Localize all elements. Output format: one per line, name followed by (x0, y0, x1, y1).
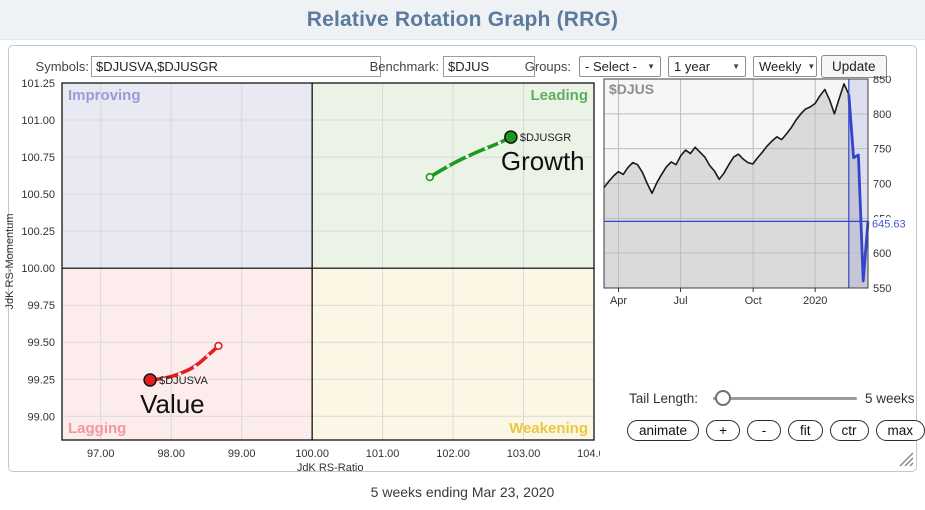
zoom-in-button[interactable]: + (706, 420, 740, 441)
tail-length-value: 5 weeks (865, 391, 915, 406)
tail-head-marker[interactable] (144, 374, 156, 386)
x-tick-label: 97.00 (87, 448, 115, 460)
groups-select-value: - Select - (585, 59, 637, 74)
chevron-down-icon: ▼ (647, 62, 655, 71)
fit-button[interactable]: fit (788, 420, 823, 441)
groups-label: Groups: (523, 56, 571, 77)
resize-handle-icon[interactable] (897, 450, 915, 468)
x-tick-label: 102.00 (436, 448, 470, 460)
y-tick-label: 100.50 (21, 189, 55, 201)
frequency-select-value: Weekly (759, 59, 801, 74)
y-tick-label: 101.25 (21, 78, 55, 90)
quadrant-label-lagging: Lagging (68, 420, 126, 437)
tail-length-slider-handle[interactable] (715, 390, 731, 406)
benchmark-label: Benchmark: (369, 56, 439, 77)
price-y-tick-label: 600 (873, 248, 891, 260)
quadrant-improving (62, 83, 312, 268)
series-name-label: Value (140, 389, 205, 419)
price-y-tick-label: 550 (873, 283, 891, 295)
animate-button[interactable]: animate (627, 420, 699, 441)
tail-length-slider-track[interactable] (713, 397, 857, 400)
x-tick-label: 103.00 (507, 448, 541, 460)
tail-length-label: Tail Length: (605, 391, 698, 406)
center-button[interactable]: ctr (830, 420, 869, 441)
rrg-chart[interactable]: Improving Leading Lagging Weakening 97.00 98.… (0, 76, 600, 476)
x-tick-label: 100.00 (295, 448, 329, 460)
y-tick-label: 100.75 (21, 152, 55, 164)
price-y-tick-label: 750 (873, 144, 891, 156)
symbols-label: Symbols: (23, 56, 89, 77)
benchmark-price-chart[interactable]: 550600650700750800850645.63AprJulOct2020… (596, 76, 925, 310)
price-y-tick-label: 700 (873, 179, 891, 191)
y-tick-label: 100.25 (21, 226, 55, 238)
symbols-input[interactable] (91, 56, 381, 77)
rrg-app: Relative Rotation Graph (RRG) Symbols: B… (0, 0, 925, 510)
last-value-label: 645.63 (872, 218, 906, 230)
zoom-out-button[interactable]: - (747, 420, 781, 441)
tail-start-marker (426, 174, 433, 181)
series-symbol-label: $DJUSGR (520, 132, 571, 144)
y-tick-label: 100.00 (21, 263, 55, 275)
x-axis-title: JdK RS-Ratio (297, 462, 364, 474)
price-y-tick-label: 800 (873, 109, 891, 121)
benchmark-input[interactable] (443, 56, 535, 77)
series-name-label: Growth (501, 146, 585, 176)
quadrant-label-leading: Leading (530, 87, 588, 104)
tail-head-marker[interactable] (505, 131, 517, 143)
update-button[interactable]: Update (821, 55, 887, 78)
x-tick-label: 98.00 (157, 448, 185, 460)
price-x-tick-label: Apr (610, 295, 627, 307)
x-tick-label: 99.00 (228, 448, 256, 460)
page-title: Relative Rotation Graph (RRG) (0, 0, 925, 40)
chevron-down-icon: ▼ (807, 62, 815, 71)
page-header: Relative Rotation Graph (RRG) (0, 0, 925, 40)
period-select-value: 1 year (674, 59, 710, 74)
tail-start-marker (215, 343, 222, 350)
x-tick-label: 104.00 (577, 448, 600, 460)
maximize-button[interactable]: max (876, 420, 925, 441)
frequency-select[interactable]: Weekly ▼ (753, 56, 817, 77)
benchmark-chart-title: $DJUS (609, 81, 654, 97)
chart-button-row: animate + - fit ctr max (627, 420, 925, 441)
period-select[interactable]: 1 year ▼ (668, 56, 746, 77)
quadrant-label-weakening: Weakening (509, 420, 588, 437)
quadrant-label-improving: Improving (68, 87, 141, 104)
footer-caption: 5 weeks ending Mar 23, 2020 (0, 484, 925, 500)
series-symbol-label: $DJUSVA (159, 375, 208, 387)
x-tick-label: 101.00 (366, 448, 400, 460)
y-tick-label: 99.25 (27, 374, 55, 386)
y-tick-label: 99.00 (27, 411, 55, 423)
groups-select[interactable]: - Select - ▼ (579, 56, 661, 77)
y-tick-label: 101.00 (21, 115, 55, 127)
price-y-tick-label: 850 (873, 76, 891, 86)
price-x-tick-label: 2020 (803, 295, 827, 307)
y-axis-title: JdK RS-Momentum (4, 214, 16, 310)
price-x-tick-label: Jul (674, 295, 688, 307)
y-tick-label: 99.75 (27, 300, 55, 312)
price-x-tick-label: Oct (745, 295, 762, 307)
chevron-down-icon: ▼ (732, 62, 740, 71)
y-tick-label: 99.50 (27, 337, 55, 349)
